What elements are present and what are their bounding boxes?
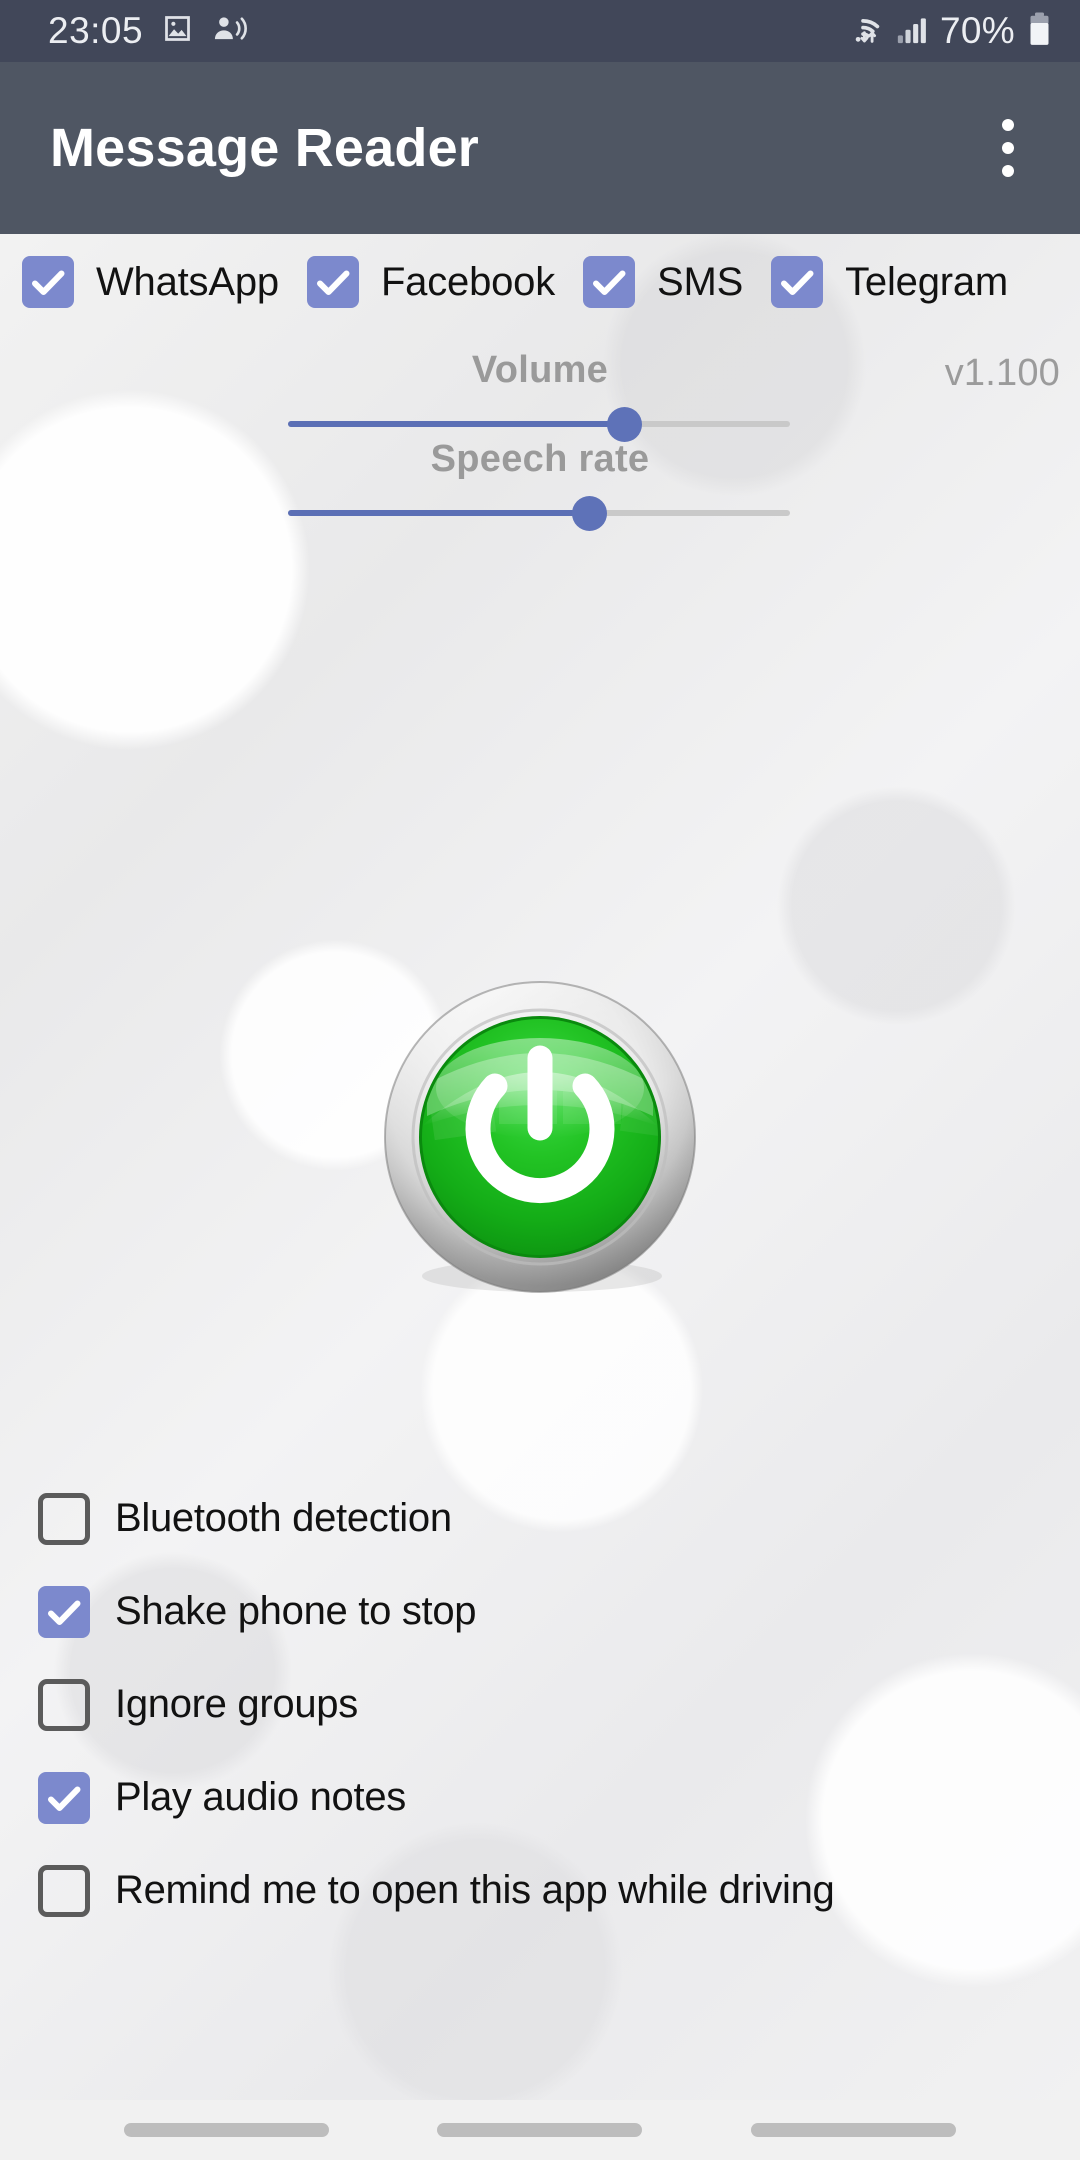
status-bar-right: 70% [842, 10, 1052, 52]
system-navigation-bar [0, 2100, 1080, 2160]
option-label: Play audio notes [115, 1775, 406, 1819]
volume-slider-fill [288, 421, 625, 427]
option-shake-phone-to-stop[interactable]: Shake phone to stop [38, 1565, 1038, 1658]
status-bar: 23:05 70% [0, 0, 1080, 62]
source-checkbox-sms[interactable]: SMS [583, 256, 743, 308]
option-label: Bluetooth detection [115, 1496, 452, 1540]
source-label: SMS [657, 259, 744, 304]
checkbox-unchecked-icon[interactable] [38, 1492, 90, 1545]
source-checkbox-facebook[interactable]: Facebook [306, 256, 556, 308]
signal-bars-icon [896, 12, 928, 51]
checkbox-checked-icon[interactable] [306, 256, 359, 308]
option-ignore-groups[interactable]: Ignore groups [38, 1658, 1038, 1751]
source-label: Facebook [380, 259, 556, 304]
person-audio-icon [212, 12, 249, 50]
power-toggle-button[interactable] [379, 976, 701, 1298]
option-label: Shake phone to stop [115, 1589, 477, 1633]
overflow-dot-icon [1002, 165, 1014, 177]
status-clock: 23:05 [48, 10, 144, 51]
checkbox-unchecked-icon[interactable] [38, 1864, 90, 1917]
main-content: WhatsApp Facebook SMS Telegram v1.100 Vo… [0, 234, 1080, 2100]
status-bar-left: 23:05 [48, 10, 249, 52]
wifi-icon [842, 12, 884, 51]
checkbox-checked-icon[interactable] [583, 256, 636, 308]
overflow-dot-icon [1002, 142, 1014, 154]
recents-pill-button[interactable] [124, 2123, 330, 2137]
options-list: Bluetooth detection Shake phone to stop … [38, 1472, 1038, 1937]
speech-rate-label: Speech rate [430, 438, 650, 480]
checkbox-checked-icon[interactable] [22, 256, 74, 308]
app-bar: Message Reader [0, 62, 1080, 234]
home-pill-button[interactable] [437, 2123, 643, 2137]
overflow-dot-icon [1002, 119, 1014, 131]
source-label: WhatsApp [96, 259, 279, 304]
volume-slider-thumb[interactable] [607, 407, 643, 442]
checkbox-unchecked-icon[interactable] [38, 1678, 90, 1731]
option-label: Ignore groups [115, 1682, 358, 1726]
checkbox-checked-icon[interactable] [771, 256, 824, 308]
battery-percent-label: 70% [940, 10, 1015, 51]
speech-rate-slider[interactable] [288, 493, 790, 533]
checkbox-checked-icon[interactable] [38, 1585, 90, 1638]
speech-rate-slider-thumb[interactable] [572, 496, 608, 531]
message-sources-row: WhatsApp Facebook SMS Telegram [22, 256, 1080, 308]
source-checkbox-whatsapp[interactable]: WhatsApp [22, 256, 279, 308]
source-label: Telegram [845, 259, 1009, 304]
option-label: Remind me to open this app while driving [115, 1868, 835, 1912]
speech-rate-slider-fill [288, 510, 590, 516]
overflow-menu-button[interactable] [960, 100, 1056, 196]
volume-label: Volume [471, 349, 609, 391]
back-pill-button[interactable] [750, 2123, 956, 2137]
image-icon [161, 12, 194, 50]
page-title: Message Reader [50, 118, 480, 178]
checkbox-checked-icon[interactable] [38, 1771, 90, 1824]
source-checkbox-telegram[interactable]: Telegram [771, 256, 1008, 308]
option-bluetooth-detection[interactable]: Bluetooth detection [38, 1472, 1038, 1565]
battery-icon [1027, 11, 1052, 52]
option-remind-while-driving[interactable]: Remind me to open this app while driving [38, 1844, 1038, 1937]
phone-screen: 23:05 70% Message Reader WhatsApp Facebo… [0, 0, 1080, 2160]
option-play-audio-notes[interactable]: Play audio notes [38, 1751, 1038, 1844]
